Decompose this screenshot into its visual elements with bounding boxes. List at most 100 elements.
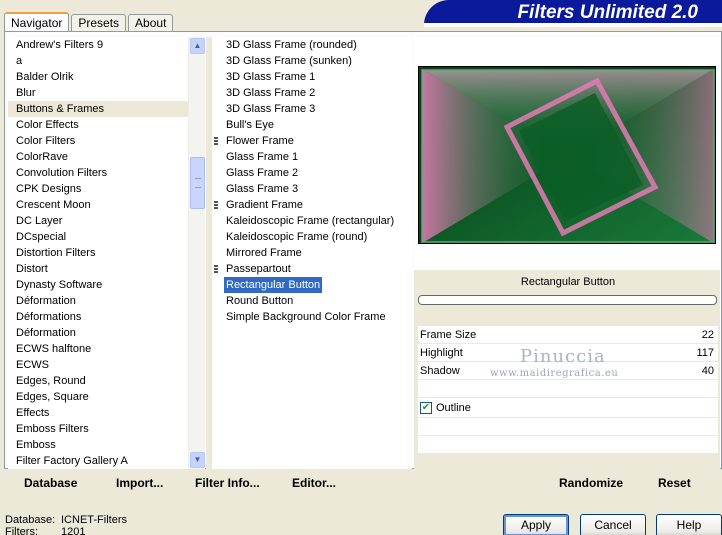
tab-navigator[interactable]: Navigator — [4, 12, 70, 33]
filter-item[interactable]: Glass Frame 2 — [212, 165, 412, 181]
param-empty-row — [418, 436, 718, 454]
filter-item[interactable]: Kaleidoscopic Frame (round) — [212, 229, 412, 245]
filter-item[interactable]: Glass Frame 3 — [212, 181, 412, 197]
filter-item[interactable]: 3D Glass Frame (rounded) — [212, 37, 412, 53]
filter-item-label: Kaleidoscopic Frame (round) — [226, 231, 368, 243]
category-list[interactable]: Andrew's Filters 9 a Balder Olrik Blur Butto… — [8, 37, 188, 469]
cancel-button[interactable]: Cancel — [580, 514, 646, 535]
database-value: ICNET-Filters — [61, 514, 127, 526]
category-item[interactable]: Emboss — [8, 437, 188, 453]
category-item[interactable]: Andrew's Filters 9 — [8, 37, 188, 53]
filter-item[interactable]: 3D Glass Frame 1 — [212, 69, 412, 85]
category-item[interactable]: Emboss Filters — [8, 421, 188, 437]
category-item[interactable]: Edges, Round — [8, 373, 188, 389]
category-item[interactable]: ColorRave — [8, 149, 188, 165]
filter-item-label: Glass Frame 1 — [226, 151, 299, 163]
category-item[interactable]: Distort — [8, 261, 188, 277]
filter-item[interactable]: Mirrored Frame — [212, 245, 412, 261]
category-item[interactable]: a — [8, 53, 188, 69]
tab-strip: Navigator Presets About — [4, 12, 175, 33]
import-button[interactable]: Import... — [116, 476, 163, 490]
editor-button[interactable]: Editor... — [292, 476, 336, 490]
filter-item[interactable]: Glass Frame 1 — [212, 149, 412, 165]
filter-item-label: Rectangular Button — [222, 276, 324, 294]
param-value: 117 — [696, 347, 714, 359]
param-label: Shadow — [420, 365, 460, 377]
param-value: 40 — [701, 365, 714, 377]
category-item[interactable]: Color Effects — [8, 117, 188, 133]
filter-item-label: 3D Glass Frame 1 — [226, 71, 316, 83]
filter-list[interactable]: 3D Glass Frame (rounded) 3D Glass Frame (… — [212, 37, 412, 469]
database-button[interactable]: Database — [24, 476, 77, 490]
filter-item[interactable]: 3D Glass Frame (sunken) — [212, 53, 412, 69]
category-item[interactable]: ECWS — [8, 357, 188, 373]
filter-item[interactable]: Bull's Eye — [212, 117, 412, 133]
filter-item[interactable]: Gradient Frame — [212, 197, 412, 213]
filter-item[interactable]: Simple Background Color Frame — [212, 309, 412, 325]
reset-button[interactable]: Reset — [658, 476, 691, 490]
randomize-button[interactable]: Randomize — [559, 476, 623, 490]
filter-item[interactable]: 3D Glass Frame 2 — [212, 85, 412, 101]
param-value: 22 — [701, 329, 714, 341]
category-item[interactable]: DCspecial — [8, 229, 188, 245]
category-item[interactable]: Blur — [8, 85, 188, 101]
category-item[interactable]: Filter Factory Gallery A — [8, 453, 188, 469]
category-item[interactable]: CPK Designs — [8, 181, 188, 197]
category-item[interactable]: Effects — [8, 405, 188, 421]
chevron-up-icon[interactable]: ▲ — [190, 38, 205, 54]
outline-label: Outline — [436, 402, 471, 414]
filter-item-label: 3D Glass Frame 2 — [226, 87, 316, 99]
tab-presets[interactable]: Presets — [71, 14, 127, 32]
tab-about[interactable]: About — [128, 14, 174, 32]
grip-icon — [214, 201, 218, 210]
scrollbar-thumb[interactable] — [190, 157, 205, 209]
filter-item-label: 3D Glass Frame (sunken) — [226, 55, 352, 67]
filter-item-label: Kaleidoscopic Frame (rectangular) — [226, 215, 395, 227]
filter-info-button[interactable]: Filter Info... — [195, 476, 260, 490]
filter-item-label: 3D Glass Frame 3 — [226, 103, 316, 115]
category-item[interactable]: Convolution Filters — [8, 165, 188, 181]
category-item[interactable]: Color Filters — [8, 133, 188, 149]
filters-count: 1201 — [61, 526, 86, 535]
category-item[interactable]: Déformation — [8, 325, 188, 341]
filter-item[interactable]: Rectangular Button — [212, 276, 412, 294]
database-label: Database: — [5, 514, 56, 526]
apply-button[interactable]: Apply — [503, 514, 569, 535]
param-empty-row — [418, 418, 718, 436]
watermark-text: Pinuccia — [520, 346, 606, 367]
filter-item-label: Gradient Frame — [226, 199, 304, 211]
outline-checkbox[interactable]: ✔ — [420, 402, 432, 414]
filter-item[interactable]: Flower Frame — [212, 133, 412, 149]
category-scrollbar[interactable]: ▲ ▼ — [188, 37, 205, 469]
help-button[interactable]: Help — [656, 514, 722, 535]
filter-item-label: Bull's Eye — [226, 119, 274, 131]
filter-item[interactable]: Kaleidoscopic Frame (rectangular) — [212, 213, 412, 229]
outline-checkbox-row[interactable]: ✔ Outline — [418, 398, 718, 418]
filter-item[interactable]: Round Button — [212, 293, 412, 309]
category-item[interactable]: Crescent Moon — [8, 197, 188, 213]
filter-item-label: Round Button — [226, 295, 294, 307]
filter-item-label: Glass Frame 2 — [226, 167, 299, 179]
category-item[interactable]: Buttons & Frames — [8, 101, 188, 117]
category-item[interactable]: Distortion Filters — [8, 245, 188, 261]
param-label: Frame Size — [420, 329, 477, 341]
progress-bar — [418, 295, 717, 305]
param-label: Highlight — [420, 347, 463, 359]
category-item[interactable]: Déformations — [8, 309, 188, 325]
category-item[interactable]: Déformation — [8, 293, 188, 309]
grip-icon — [214, 137, 218, 146]
filter-item-label: 3D Glass Frame (rounded) — [226, 39, 357, 51]
chevron-down-icon[interactable]: ▼ — [190, 452, 205, 468]
filter-item-label: Simple Background Color Frame — [226, 311, 386, 323]
category-item[interactable]: Dynasty Software — [8, 277, 188, 293]
selected-filter-name: Rectangular Button — [520, 276, 616, 288]
filter-item[interactable]: Passepartout — [212, 261, 412, 277]
filter-item[interactable]: 3D Glass Frame 3 — [212, 101, 412, 117]
category-item[interactable]: ECWS halftone — [8, 341, 188, 357]
category-item[interactable]: DC Layer — [8, 213, 188, 229]
filter-item-label: Glass Frame 3 — [226, 183, 299, 195]
database-info: Database: ICNET-Filters Filters: 1201 — [5, 514, 127, 535]
category-item[interactable]: Balder Olrik — [8, 69, 188, 85]
param-frame-size[interactable]: Frame Size 22 — [418, 326, 718, 344]
category-item[interactable]: Edges, Square — [8, 389, 188, 405]
